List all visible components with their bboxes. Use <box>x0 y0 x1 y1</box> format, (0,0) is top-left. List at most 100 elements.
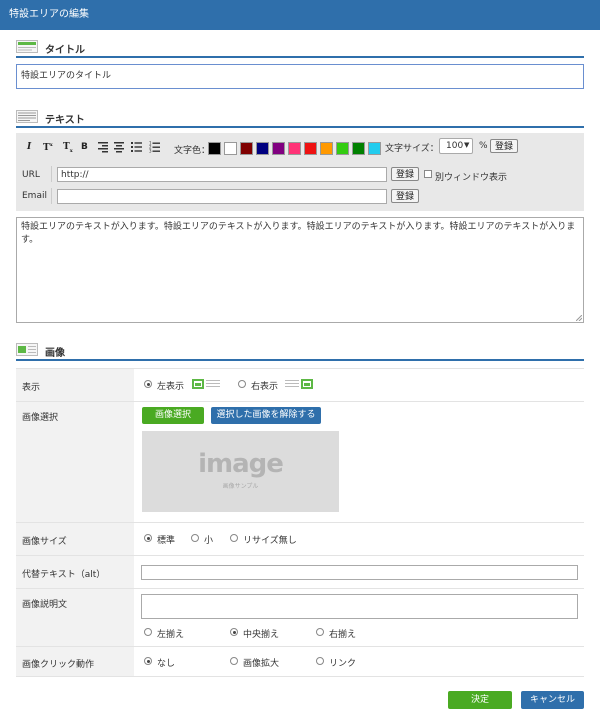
image-right-icon <box>285 379 313 389</box>
alt-row: 代替テキスト（alt） <box>16 556 584 589</box>
chevron-down-icon: ▼ <box>464 141 470 149</box>
cancel-button[interactable]: キャンセル <box>521 691 584 709</box>
display-left-radio[interactable] <box>144 380 152 388</box>
url-label: URL <box>22 170 40 180</box>
color-swatch[interactable] <box>352 142 365 155</box>
color-swatch[interactable] <box>256 142 269 155</box>
image-size-label: 画像サイズ <box>16 523 134 555</box>
size-standard-label: 標準 <box>157 536 176 546</box>
font-size-select[interactable]: 100 ▼ <box>439 138 473 154</box>
email-input[interactable] <box>57 189 387 204</box>
size-no-resize-label: リサイズ無し <box>243 536 297 546</box>
color-swatch[interactable] <box>272 142 285 155</box>
size-standard-radio[interactable] <box>144 534 152 542</box>
caption-right-radio[interactable] <box>316 628 324 636</box>
url-input[interactable] <box>57 167 387 182</box>
click-none-radio[interactable] <box>144 657 152 665</box>
image-section-header: 画像 <box>16 339 584 361</box>
click-action-row: 画像クリック動作 なし 画像拡大 リンク <box>16 647 584 677</box>
caption-left-label: 左揃え <box>157 630 185 640</box>
caption-center-label: 中央揃え <box>243 630 280 640</box>
size-no-resize-radio[interactable] <box>230 534 238 542</box>
email-label: Email <box>22 191 47 201</box>
display-row: 表示 左表示 右表示 <box>16 369 584 402</box>
color-swatch[interactable] <box>288 142 301 155</box>
caption-right-label: 右揃え <box>329 630 357 640</box>
align-center-icon[interactable] <box>114 142 124 153</box>
image-placeholder-word: image <box>198 449 284 479</box>
new-window-label: 別ウィンドウ表示 <box>435 173 508 183</box>
numbered-list-icon[interactable]: 1 2 3 <box>149 141 160 153</box>
image-select-button[interactable]: 画像選択 <box>142 407 204 424</box>
click-action-label: 画像クリック動作 <box>16 647 134 676</box>
body-text-input[interactable]: 特設エリアのテキストが入ります。特設エリアのテキストが入ります。特設エリアのテキ… <box>16 217 584 323</box>
title-section-header: タイトル <box>16 36 584 58</box>
image-section-heading: 画像 <box>45 348 65 359</box>
alt-input[interactable] <box>141 565 578 580</box>
email-register-button[interactable]: 登録 <box>391 189 419 203</box>
color-swatch[interactable] <box>336 142 349 155</box>
image-size-row: 画像サイズ 標準 小 リサイズ無し <box>16 523 584 556</box>
font-size-value: 100 <box>446 141 464 151</box>
superscript-mark: x <box>49 142 53 148</box>
display-right-radio[interactable] <box>238 380 246 388</box>
resize-handle-icon[interactable] <box>576 315 582 321</box>
size-small-radio[interactable] <box>191 534 199 542</box>
color-swatch[interactable] <box>320 142 333 155</box>
superscript-label: T <box>43 143 50 153</box>
image-preview: image 画像サンプル <box>142 431 339 512</box>
color-swatch[interactable] <box>208 142 221 155</box>
caption-input[interactable] <box>141 594 578 619</box>
window-title-bar: 特設エリアの編集 <box>0 0 600 30</box>
text-section-icon <box>16 110 38 123</box>
image-placeholder-sub: 画像サンプル <box>222 483 259 490</box>
title-section-heading: タイトル <box>45 45 85 56</box>
image-clear-button[interactable]: 選択した画像を解除する <box>211 407 321 424</box>
size-small-label: 小 <box>204 536 214 546</box>
color-swatch[interactable] <box>304 142 317 155</box>
color-swatch[interactable] <box>240 142 253 155</box>
click-none-label: なし <box>157 659 176 669</box>
caption-label: 画像説明文 <box>16 589 134 646</box>
window-title: 特設エリアの編集 <box>9 9 89 20</box>
title-input[interactable]: 特設エリアのタイトル <box>16 64 584 89</box>
display-left-label: 左表示 <box>157 382 185 392</box>
bold-button[interactable]: B <box>81 142 88 152</box>
font-size-register-button[interactable]: 登録 <box>490 139 518 153</box>
text-section-heading: テキスト <box>45 115 85 126</box>
align-right-icon[interactable] <box>98 142 108 153</box>
caption-left-radio[interactable] <box>144 628 152 636</box>
text-color-label: 文字色： <box>174 146 211 156</box>
click-link-label: リンク <box>329 659 357 669</box>
color-swatch[interactable] <box>368 142 381 155</box>
color-swatch[interactable] <box>224 142 237 155</box>
svg-text:3: 3 <box>149 149 152 154</box>
percent-label: % <box>479 141 488 151</box>
bullet-list-icon[interactable] <box>131 142 142 153</box>
click-zoom-label: 画像拡大 <box>243 659 280 669</box>
image-left-icon <box>192 379 220 389</box>
text-section-header: テキスト <box>16 106 584 128</box>
image-select-row: 画像選択 画像選択 選択した画像を解除する image 画像サンプル <box>16 402 584 523</box>
text-toolbar: I Tx Tx B 1 2 3 文字色： 文字サイズ： 100 ▼ % 登録 U… <box>16 133 584 211</box>
caption-center-radio[interactable] <box>230 628 238 636</box>
new-window-checkbox[interactable] <box>424 170 432 178</box>
click-zoom-radio[interactable] <box>230 657 238 665</box>
email-divider <box>51 188 52 204</box>
image-select-label: 画像選択 <box>16 402 134 522</box>
image-settings-table: 表示 左表示 右表示 画像選択 画像選択 選択した画像を解除する image 画… <box>16 368 584 677</box>
url-register-button[interactable]: 登録 <box>391 167 419 181</box>
subscript-mark: x <box>69 147 73 154</box>
superscript-button[interactable]: Tx <box>43 142 53 153</box>
subscript-label: T <box>63 142 70 152</box>
image-section-icon <box>16 343 38 356</box>
url-divider <box>51 166 52 182</box>
alt-label: 代替テキスト（alt） <box>16 556 134 588</box>
title-section-icon <box>16 40 38 53</box>
subscript-button[interactable]: Tx <box>63 142 73 154</box>
caption-row: 画像説明文 左揃え 中央揃え 右揃え <box>16 589 584 647</box>
ok-button[interactable]: 決定 <box>448 691 512 709</box>
click-link-radio[interactable] <box>316 657 324 665</box>
italic-button[interactable]: I <box>27 142 31 152</box>
font-size-label: 文字サイズ： <box>385 144 439 154</box>
